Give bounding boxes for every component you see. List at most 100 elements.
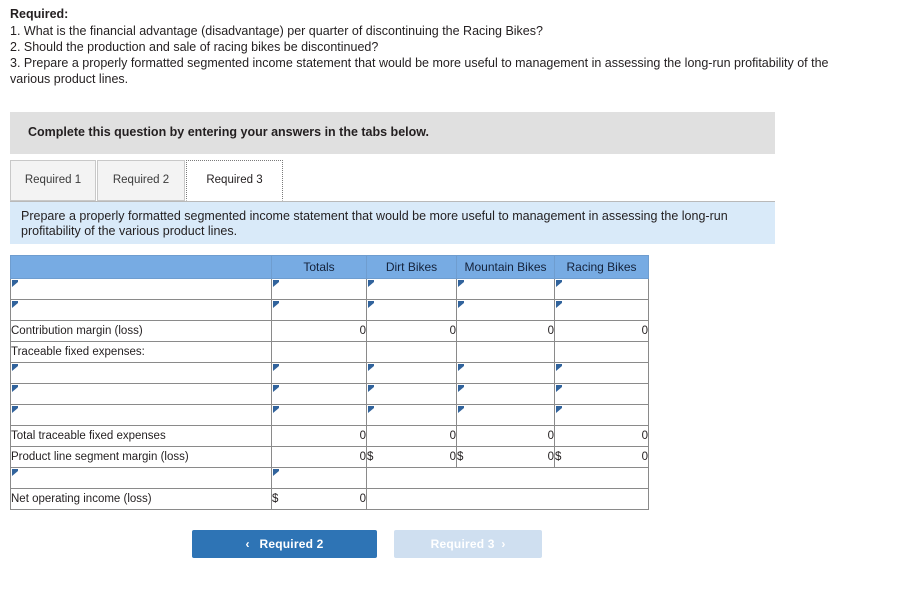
cell-value: 0	[641, 325, 648, 337]
chevron-right-icon: ›	[501, 537, 506, 551]
dropdown-marker-icon	[458, 385, 464, 392]
cell-totals-entry[interactable]	[271, 467, 367, 489]
cell-value: 0	[359, 325, 366, 337]
cell-totals-entry[interactable]	[271, 299, 367, 321]
cell-dirt-bikes-entry[interactable]	[366, 362, 457, 384]
cell-dirt-bikes-value: 0	[366, 425, 457, 447]
cell-mountain-bikes-entry[interactable]	[456, 404, 555, 426]
empty-merged-cell	[366, 467, 649, 489]
cell-mountain-bikes-entry[interactable]	[456, 362, 555, 384]
dropdown-marker-icon	[12, 385, 18, 392]
dropdown-marker-icon	[556, 301, 562, 308]
cell-dirt-bikes-value	[366, 341, 457, 363]
cell-racing-bikes-entry[interactable]	[554, 383, 649, 405]
dropdown-marker-icon	[12, 364, 18, 371]
dropdown-marker-icon	[12, 280, 18, 287]
cell-value: 0	[641, 451, 648, 463]
currency-symbol: $	[367, 451, 374, 463]
cell-value: 0	[359, 493, 366, 505]
currency-symbol: $	[272, 493, 279, 505]
cell-mountain-bikes-entry[interactable]	[456, 278, 555, 300]
table-row	[10, 299, 649, 321]
tab-required-2[interactable]: Required 2	[97, 160, 185, 201]
prev-button-label: Required 2	[259, 537, 324, 551]
question-item-1: 1. What is the financial advantage (disa…	[10, 24, 543, 38]
requirement-instruction-panel: Prepare a properly formatted segmented i…	[10, 202, 775, 244]
cell-mountain-bikes-value	[456, 341, 555, 363]
row-label-entry-cell[interactable]	[10, 299, 272, 321]
dropdown-marker-icon	[368, 406, 374, 413]
row-label: Net operating income (loss)	[10, 488, 272, 510]
cell-totals-value	[271, 341, 367, 363]
cell-mountain-bikes-entry[interactable]	[456, 299, 555, 321]
cell-value: 0	[359, 451, 366, 463]
column-header-dirt-bikes: Dirt Bikes	[366, 255, 457, 279]
dropdown-marker-icon	[273, 406, 279, 413]
table-row	[10, 404, 649, 426]
dropdown-marker-icon	[273, 364, 279, 371]
cell-racing-bikes-entry[interactable]	[554, 404, 649, 426]
tab-required-1[interactable]: Required 1	[10, 160, 96, 201]
row-label-entry-cell[interactable]	[10, 467, 272, 489]
segmented-income-statement-table: Totals Dirt Bikes Mountain Bikes Racing …	[10, 255, 649, 510]
tab-required-3[interactable]: Required 3	[186, 160, 283, 201]
requirement-instruction-text: Prepare a properly formatted segmented i…	[21, 209, 728, 238]
currency-symbol: $	[457, 451, 464, 463]
table-row	[10, 383, 649, 405]
cell-totals-entry[interactable]	[271, 278, 367, 300]
row-label: Product line segment margin (loss)	[10, 446, 272, 468]
cell-dirt-bikes-value: $0	[366, 446, 457, 468]
cell-value: 0	[641, 430, 648, 442]
column-header-mountain-bikes: Mountain Bikes	[456, 255, 555, 279]
cell-racing-bikes-value	[554, 341, 649, 363]
dropdown-marker-icon	[556, 406, 562, 413]
cell-totals-value: 0	[271, 320, 367, 342]
dropdown-marker-icon	[556, 364, 562, 371]
next-button-label: Required 3	[430, 537, 495, 551]
cell-dirt-bikes-entry[interactable]	[366, 278, 457, 300]
cell-dirt-bikes-entry[interactable]	[366, 404, 457, 426]
prev-required-2-button[interactable]: ‹ Required 2	[192, 530, 377, 558]
row-label-entry-cell[interactable]	[10, 278, 272, 300]
column-header-blank	[10, 255, 272, 279]
question-item-2: 2. Should the production and sale of rac…	[10, 40, 379, 54]
dropdown-marker-icon	[12, 469, 18, 476]
currency-symbol: $	[555, 451, 562, 463]
cell-racing-bikes-entry[interactable]	[554, 362, 649, 384]
dropdown-marker-icon	[12, 406, 18, 413]
cell-mountain-bikes-entry[interactable]	[456, 383, 555, 405]
complete-question-text: Complete this question by entering your …	[28, 125, 429, 139]
dropdown-marker-icon	[273, 469, 279, 476]
row-label-entry-cell[interactable]	[10, 404, 272, 426]
table-row	[10, 278, 649, 300]
cell-totals-entry[interactable]	[271, 362, 367, 384]
row-label-entry-cell[interactable]	[10, 383, 272, 405]
cell-racing-bikes-value: $0	[554, 446, 649, 468]
cell-mountain-bikes-value: 0	[456, 425, 555, 447]
dropdown-marker-icon	[458, 364, 464, 371]
dropdown-marker-icon	[458, 301, 464, 308]
row-label-entry-cell[interactable]	[10, 362, 272, 384]
cell-dirt-bikes-entry[interactable]	[366, 299, 457, 321]
cell-totals-entry[interactable]	[271, 383, 367, 405]
cell-racing-bikes-entry[interactable]	[554, 299, 649, 321]
cell-totals-entry[interactable]	[271, 404, 367, 426]
cell-racing-bikes-value: 0	[554, 425, 649, 447]
column-header-totals: Totals	[271, 255, 367, 279]
cell-dirt-bikes-value: 0	[366, 320, 457, 342]
cell-value: 0	[449, 451, 456, 463]
table-row: Total traceable fixed expenses 0 0 0 0	[10, 425, 649, 447]
dropdown-marker-icon	[273, 385, 279, 392]
next-required-3-button[interactable]: Required 3 ›	[394, 530, 542, 558]
cell-totals-value: 0	[271, 425, 367, 447]
row-label: Contribution margin (loss)	[10, 320, 272, 342]
question-item-3: 3. Prepare a properly formatted segmente…	[10, 56, 829, 86]
table-row: Contribution margin (loss) 0 0 0 0	[10, 320, 649, 342]
cell-dirt-bikes-entry[interactable]	[366, 383, 457, 405]
cell-racing-bikes-value: 0	[554, 320, 649, 342]
dropdown-marker-icon	[458, 406, 464, 413]
table-row: Product line segment margin (loss) 0 $0 $0 $…	[10, 446, 649, 468]
required-heading: Required:	[10, 7, 69, 21]
cell-racing-bikes-entry[interactable]	[554, 278, 649, 300]
dropdown-marker-icon	[556, 385, 562, 392]
